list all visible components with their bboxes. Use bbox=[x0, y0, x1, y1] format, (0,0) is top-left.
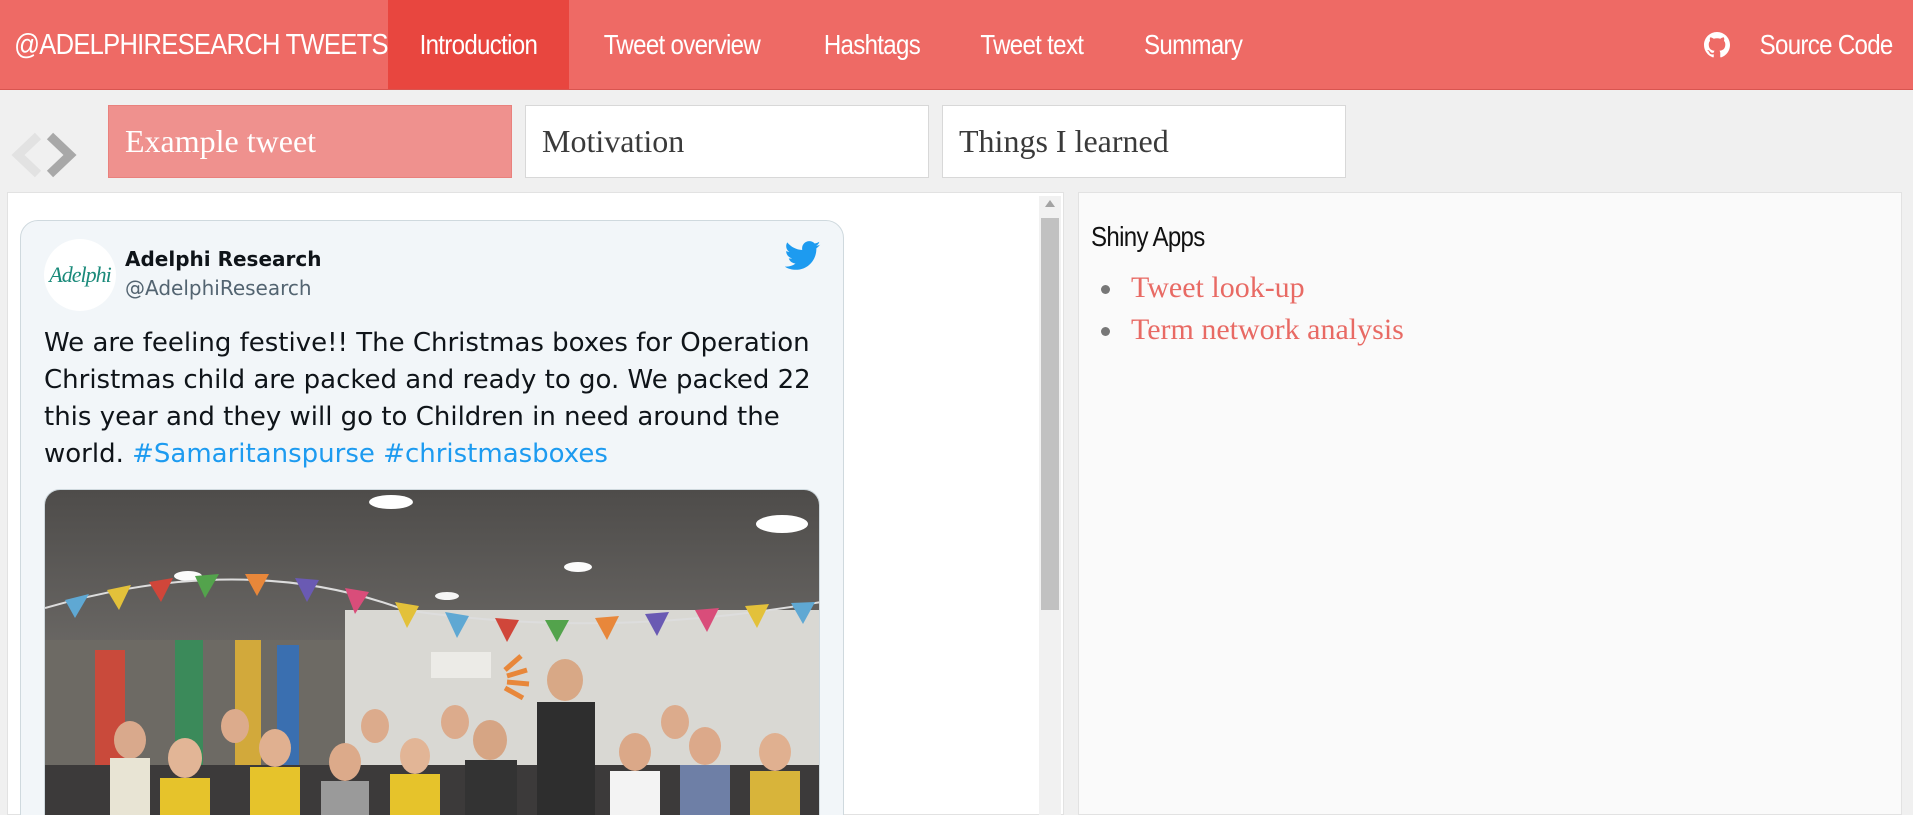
chevron-left-icon[interactable] bbox=[11, 132, 42, 178]
hashtag-link[interactable]: #christmasboxes bbox=[383, 439, 608, 469]
nav-tab-tweet-text[interactable]: Tweet text bbox=[950, 0, 1114, 89]
tweet-photo[interactable] bbox=[44, 489, 820, 815]
nav-tab-hashtags[interactable]: Hashtags bbox=[794, 0, 950, 89]
github-icon bbox=[1704, 31, 1731, 57]
shiny-apps-list: Tweet look-up Term network analysis bbox=[1099, 267, 1404, 351]
scroll-up-arrow-icon[interactable] bbox=[1045, 200, 1055, 207]
tweet-text: We are feeling festive!! The Christmas b… bbox=[44, 328, 811, 469]
carousel-arrows bbox=[10, 130, 82, 180]
link-tweet-look-up[interactable]: Tweet look-up bbox=[1099, 267, 1404, 309]
shiny-apps-panel: Shiny Apps Tweet look-up Term network an… bbox=[1078, 192, 1902, 815]
chevron-right-icon[interactable] bbox=[46, 132, 77, 178]
carousel-tab-example-tweet[interactable]: Example tweet bbox=[108, 105, 512, 178]
embedded-tweet[interactable]: Adelphi Adelphi Research @AdelphiResearc… bbox=[20, 220, 844, 815]
top-navbar: @ADELPHIRESEARCH TWEETS Introduction Twe… bbox=[0, 0, 1913, 90]
tweet-author-handle[interactable]: @AdelphiResearch bbox=[125, 276, 312, 300]
avatar[interactable]: Adelphi bbox=[44, 239, 116, 311]
nav-tab-tweet-overview[interactable]: Tweet overview bbox=[569, 0, 795, 89]
link-term-network-analysis[interactable]: Term network analysis bbox=[1099, 309, 1404, 351]
carousel-tab-motivation[interactable]: Motivation bbox=[525, 105, 929, 178]
scrollbar-thumb[interactable] bbox=[1041, 218, 1059, 610]
twitter-bird-icon[interactable] bbox=[785, 241, 821, 271]
app-brand[interactable]: @ADELPHIRESEARCH TWEETS bbox=[0, 0, 388, 89]
hashtag-link[interactable]: #Samaritanspurse bbox=[132, 439, 375, 469]
shiny-apps-heading: Shiny Apps bbox=[1091, 221, 1205, 252]
nav-tab-introduction[interactable]: Introduction bbox=[388, 0, 569, 89]
nav-tab-summary[interactable]: Summary bbox=[1114, 0, 1272, 89]
carousel-tab-things-learned[interactable]: Things I learned bbox=[942, 105, 1346, 178]
tweet-author-name[interactable]: Adelphi Research bbox=[125, 247, 321, 271]
source-code-link[interactable]: Source Code bbox=[1704, 0, 1913, 89]
left-panel-scrollbar[interactable] bbox=[1039, 196, 1061, 815]
